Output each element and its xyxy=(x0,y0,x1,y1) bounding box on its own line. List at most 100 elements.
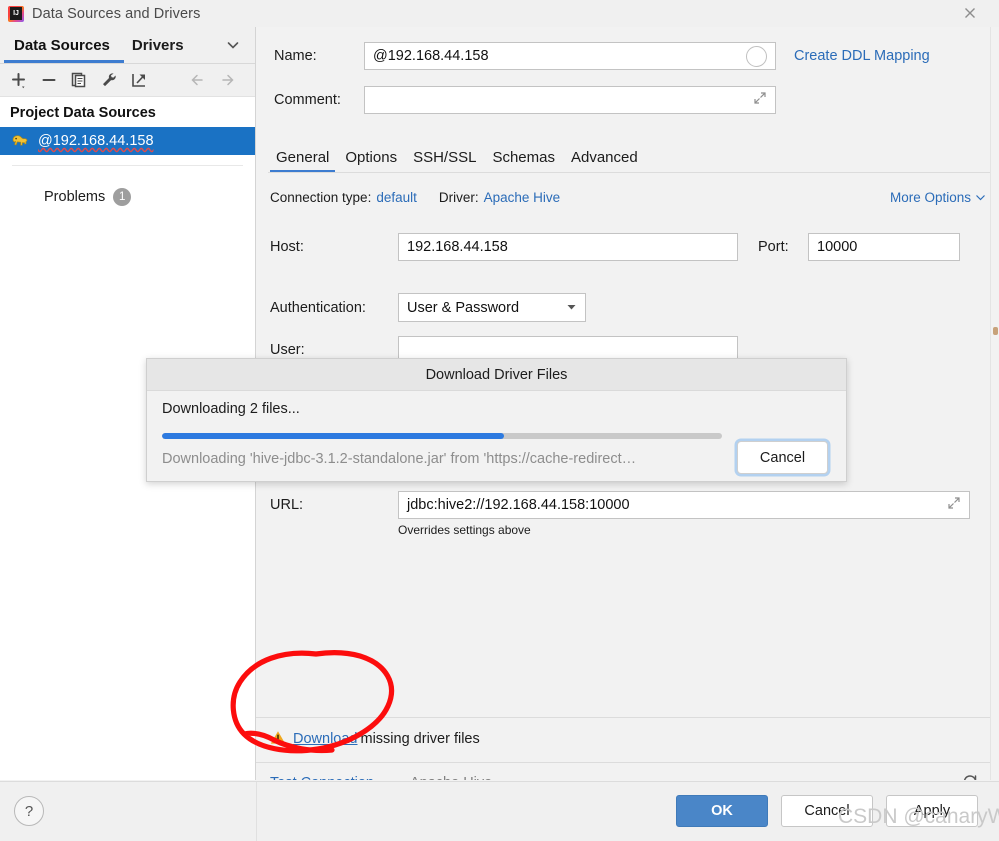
problems-count-badge: 1 xyxy=(113,188,132,206)
help-glyph: ? xyxy=(24,802,34,820)
cancel-button-label: Cancel xyxy=(804,803,850,819)
authentication-label: Authentication: xyxy=(270,299,366,316)
authentication-select[interactable]: User & Password xyxy=(398,293,586,322)
url-label: URL: xyxy=(270,497,304,513)
test-connection-row: Test Connection Apache Hive xyxy=(270,771,980,780)
tab-active-indicator xyxy=(4,60,124,63)
port-input-value: 10000 xyxy=(817,239,858,255)
refresh-icon[interactable] xyxy=(960,771,980,780)
left-panel-tabs: Data Sources Drivers xyxy=(0,27,255,64)
ok-button-label: OK xyxy=(711,803,733,819)
intellij-icon xyxy=(8,5,24,22)
section-title-project-data-sources: Project Data Sources xyxy=(10,105,156,121)
warning-triangle-icon xyxy=(270,730,286,748)
download-driver-files-dialog: Download Driver Files Downloading 2 file… xyxy=(146,358,847,482)
expand-icon[interactable] xyxy=(947,496,961,514)
question-mark-icon[interactable]: ? xyxy=(14,796,44,826)
url-input-value: jdbc:hive2://192.168.44.158:10000 xyxy=(407,497,630,513)
driver-status-text: missing driver files xyxy=(360,731,480,747)
connection-type-value[interactable]: default xyxy=(376,190,417,205)
authentication-select-value: User & Password xyxy=(407,299,520,316)
download-progress-bar xyxy=(162,433,722,439)
url-input[interactable]: jdbc:hive2://192.168.44.158:10000 xyxy=(398,491,970,519)
name-input-value: @192.168.44.158 xyxy=(373,48,489,64)
sidebar-item-data-source-label: @192.168.44.158 xyxy=(38,133,154,149)
panel-separator-bottom xyxy=(256,762,991,763)
panel-separator-top xyxy=(256,717,991,718)
color-circle-icon[interactable] xyxy=(746,45,767,67)
host-input[interactable]: 192.168.44.158 xyxy=(398,233,738,261)
tab-data-sources[interactable]: Data Sources xyxy=(6,28,118,62)
comment-row: Comment: xyxy=(274,86,984,114)
download-cancel-button[interactable]: Cancel xyxy=(737,441,828,474)
sidebar-item-problems[interactable]: Problems 1 xyxy=(0,166,255,206)
driver-status-row: Download missing driver files xyxy=(270,730,480,748)
hive-elephant-icon xyxy=(10,132,30,150)
tab-ssh-ssl-label: SSH/SSL xyxy=(413,149,477,166)
create-ddl-mapping-link[interactable]: Create DDL Mapping xyxy=(794,48,930,64)
cancel-button[interactable]: Cancel xyxy=(781,795,873,827)
tab-general-label: General xyxy=(276,149,330,166)
close-icon[interactable] xyxy=(959,2,981,24)
download-detail-text: Downloading 'hive-jdbc-3.1.2-standalone.… xyxy=(162,451,637,467)
host-label: Host: xyxy=(270,239,304,255)
triangle-down-icon xyxy=(552,300,577,316)
remove-button[interactable] xyxy=(35,67,62,93)
tab-options[interactable]: Options xyxy=(337,149,405,173)
export-arrow-icon[interactable] xyxy=(125,67,152,93)
settings-tabs: General Options SSH/SSL Schemas Advanced xyxy=(268,139,983,173)
apply-button[interactable]: Apply xyxy=(886,795,978,827)
tab-drivers-label: Drivers xyxy=(131,36,184,54)
tab-schemas[interactable]: Schemas xyxy=(484,149,563,173)
tab-options-label: Options xyxy=(345,149,398,166)
tab-advanced[interactable]: Advanced xyxy=(563,149,646,173)
expand-icon[interactable] xyxy=(753,91,767,109)
comment-label: Comment: xyxy=(274,92,341,108)
connection-meta-row: Connection type: default Driver: Apache … xyxy=(270,190,986,205)
ok-button[interactable]: OK xyxy=(676,795,768,827)
more-options-label: More Options xyxy=(889,190,971,205)
download-cancel-label: Cancel xyxy=(759,449,806,466)
add-button[interactable] xyxy=(5,67,32,93)
driver-value[interactable]: Apache Hive xyxy=(484,190,561,205)
wrench-icon[interactable] xyxy=(95,67,122,93)
window-title: Data Sources and Drivers xyxy=(32,5,201,22)
url-hint: Overrides settings above xyxy=(398,523,531,537)
data-sources-and-drivers-window: Data Sources and Drivers Data Sources Dr… xyxy=(0,0,999,841)
port-input[interactable]: 10000 xyxy=(808,233,960,261)
name-input[interactable]: @192.168.44.158 xyxy=(364,42,776,70)
download-dialog-body: Downloading 2 files... Downloading 'hive… xyxy=(147,391,846,481)
copy-icon[interactable] xyxy=(65,67,92,93)
panel-scrollbar[interactable] xyxy=(990,27,999,780)
url-row: URL: jdbc:hive2://192.168.44.158:10000 xyxy=(270,491,990,519)
authentication-row: Authentication: User & Password xyxy=(270,293,990,322)
test-connection-link[interactable]: Test Connection xyxy=(270,775,374,781)
window-titlebar: Data Sources and Drivers xyxy=(0,0,999,28)
tab-general[interactable]: General xyxy=(268,149,337,173)
name-label: Name: xyxy=(274,48,317,64)
more-options-button[interactable]: More Options xyxy=(890,190,986,205)
download-missing-driver-link[interactable]: Download xyxy=(293,731,358,747)
sidebar-item-data-source[interactable]: @192.168.44.158 xyxy=(0,127,255,155)
footer-divider xyxy=(256,782,257,841)
name-row: Name: @192.168.44.158 Create DDL Mapping xyxy=(274,42,984,70)
panel-scrollbar-thumb[interactable] xyxy=(993,327,998,335)
tab-ssh-ssl[interactable]: SSH/SSL xyxy=(405,149,484,173)
download-status-text: Downloading 2 files... xyxy=(162,401,300,417)
tabs-baseline xyxy=(268,172,991,173)
driver-footer-name: Apache Hive xyxy=(410,775,492,781)
download-dialog-title: Download Driver Files xyxy=(147,359,846,391)
comment-input[interactable] xyxy=(364,86,776,114)
host-port-row: Host: 192.168.44.158 Port: 10000 xyxy=(270,233,990,261)
arrow-right-icon[interactable] xyxy=(214,67,241,93)
user-label: User: xyxy=(270,342,305,358)
chevron-down-icon xyxy=(976,195,985,201)
chevron-down-icon[interactable] xyxy=(225,37,241,56)
host-input-value: 192.168.44.158 xyxy=(407,239,508,255)
download-progress-fill xyxy=(162,433,504,439)
arrow-left-icon[interactable] xyxy=(184,67,211,93)
apply-button-label: Apply xyxy=(913,803,951,819)
tab-drivers[interactable]: Drivers xyxy=(124,28,192,62)
tab-schemas-label: Schemas xyxy=(492,149,555,166)
left-panel-toolbar xyxy=(0,64,255,97)
